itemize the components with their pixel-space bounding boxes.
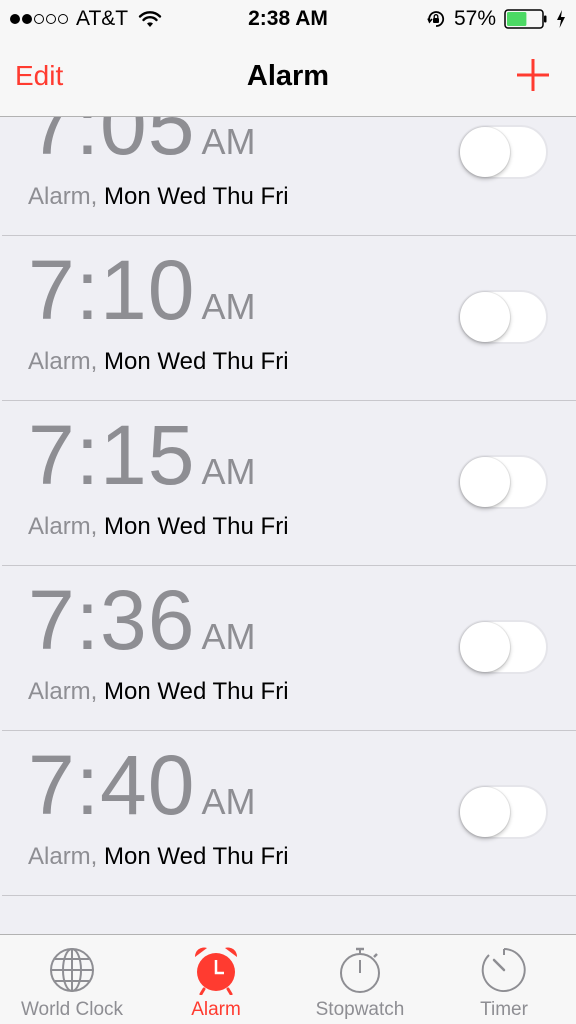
alarm-toggle[interactable] <box>458 620 548 674</box>
alarm-time: 7:15 AM <box>28 413 256 497</box>
alarm-time: 7:40 AM <box>28 743 256 827</box>
alarm-time-value: 7:36 <box>28 573 196 667</box>
alarm-ampm: AM <box>201 121 256 162</box>
alarm-days: Mon Wed Thu Fri <box>104 183 289 210</box>
toggle-knob[interactable] <box>460 127 510 177</box>
alarm-subtitle: Alarm, Mon Wed Thu Fri <box>28 183 289 211</box>
timer-icon <box>481 948 526 992</box>
alarm-time: 7:36 AM <box>28 578 256 662</box>
alarm-days: Mon Wed Thu Fri <box>104 348 289 375</box>
alarm-row[interactable]: 7:40 AM Alarm, Mon Wed Thu Fri <box>2 731 576 896</box>
alarm-time-value: 7:05 <box>28 117 196 172</box>
page-title: Alarm <box>246 60 330 92</box>
add-alarm-button[interactable] <box>516 58 550 92</box>
nav-bar: Edit Alarm <box>0 38 576 117</box>
rotation-lock-icon <box>427 11 445 27</box>
status-bar: AT&T 2:38 AM 57% <box>0 0 576 38</box>
alarm-label: Alarm, <box>28 183 98 210</box>
tab-stopwatch[interactable]: Stopwatch <box>288 935 432 1024</box>
alarm-clock-icon <box>194 947 238 995</box>
alarm-days: Mon Wed Thu Fri <box>104 843 289 870</box>
battery-percent: 57% <box>453 7 496 30</box>
tab-label: Alarm <box>191 999 241 1020</box>
alarm-toggle[interactable] <box>458 455 548 509</box>
alarm-ampm: AM <box>201 286 256 327</box>
alarm-time: 7:10 AM <box>28 248 256 332</box>
alarm-days: Mon Wed Thu Fri <box>104 513 289 540</box>
alarm-label: Alarm, <box>28 843 98 870</box>
alarm-time: 7:05 AM <box>28 117 256 167</box>
tab-timer[interactable]: Timer <box>432 935 576 1024</box>
alarm-days: Mon Wed Thu Fri <box>104 678 289 705</box>
alarm-ampm: AM <box>201 616 256 657</box>
alarm-toggle[interactable] <box>458 785 548 839</box>
tab-label: Timer <box>480 999 528 1020</box>
alarm-row[interactable]: 7:10 AM Alarm, Mon Wed Thu Fri <box>2 236 576 401</box>
alarm-row[interactable]: 7:36 AM Alarm, Mon Wed Thu Fri <box>2 566 576 731</box>
tab-alarm[interactable]: Alarm <box>144 935 288 1024</box>
tab-label: Stopwatch <box>315 999 405 1020</box>
toggle-knob[interactable] <box>460 622 510 672</box>
alarm-subtitle: Alarm, Mon Wed Thu Fri <box>28 843 289 871</box>
toggle-knob[interactable] <box>460 292 510 342</box>
tab-label: World Clock <box>20 999 124 1020</box>
alarm-time-value: 7:10 <box>28 243 196 337</box>
alarm-subtitle: Alarm, Mon Wed Thu Fri <box>28 513 289 541</box>
alarm-label: Alarm, <box>28 678 98 705</box>
status-right: 57% <box>426 7 566 31</box>
alarm-toggle[interactable] <box>458 290 548 344</box>
charging-bolt-icon <box>557 10 565 28</box>
alarm-ampm: AM <box>201 781 256 822</box>
tab-world-clock[interactable]: World Clock <box>0 935 144 1024</box>
alarm-list[interactable]: 7:05 AM Alarm, Mon Wed Thu Fri 7:10 AM Ala… <box>0 117 576 935</box>
globe-icon <box>50 948 94 992</box>
alarm-label: Alarm, <box>28 348 98 375</box>
toggle-knob[interactable] <box>460 787 510 837</box>
tab-bar: World Clock Alarm Stopwatch Timer <box>0 934 576 1024</box>
alarm-ampm: AM <box>201 451 256 492</box>
alarm-row[interactable]: 7:05 AM Alarm, Mon Wed Thu Fri <box>2 117 576 236</box>
alarm-row[interactable]: 7:15 AM Alarm, Mon Wed Thu Fri <box>2 401 576 566</box>
alarm-time-value: 7:15 <box>28 408 196 502</box>
alarm-time-value: 7:40 <box>28 738 196 832</box>
alarm-label: Alarm, <box>28 513 98 540</box>
battery-icon <box>504 9 547 29</box>
stopwatch-icon <box>340 947 380 993</box>
alarm-subtitle: Alarm, Mon Wed Thu Fri <box>28 678 289 706</box>
alarm-subtitle: Alarm, Mon Wed Thu Fri <box>28 348 289 376</box>
alarm-toggle[interactable] <box>458 125 548 179</box>
toggle-knob[interactable] <box>460 457 510 507</box>
